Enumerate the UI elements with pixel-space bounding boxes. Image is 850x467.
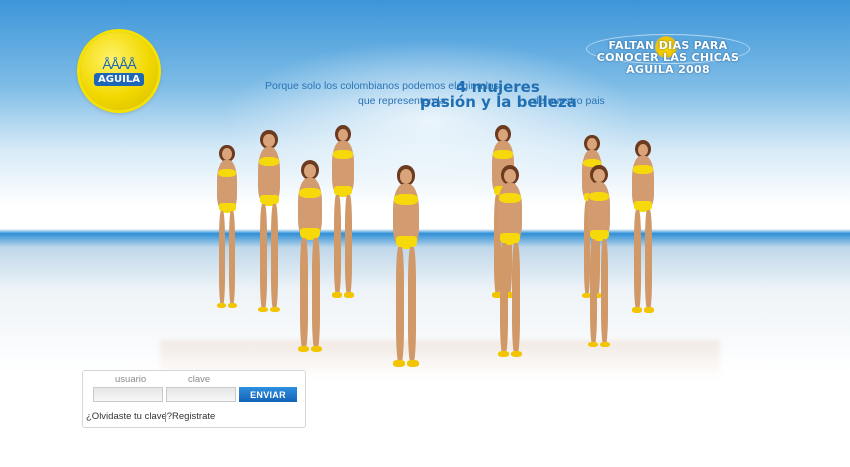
forgot-password-link[interactable]: ¿Olvidaste tu clave?	[86, 411, 172, 422]
model-figure	[580, 165, 618, 355]
logo-label: AGUILA	[94, 72, 144, 86]
model-figure	[210, 145, 244, 315]
username-label: usuario	[115, 374, 147, 385]
link-divider	[165, 412, 166, 422]
tagline-headline-2: pasión y la belleza	[420, 93, 577, 111]
model-figure	[250, 130, 288, 320]
model-figure	[385, 165, 427, 375]
register-link[interactable]: Registrate	[172, 411, 215, 422]
models-group-photo	[195, 115, 695, 367]
model-figure	[625, 140, 661, 320]
hero-stage: ÅÅÅÅ AGUILA FALTAN DIAS PARA CONOCER LAS…	[0, 0, 850, 467]
logo-figures-icon: ÅÅÅÅ	[102, 55, 136, 72]
login-form: usuario clave ENVIAR ¿Olvidaste tu clave…	[82, 370, 306, 428]
password-label: clave	[188, 374, 211, 385]
password-input[interactable]	[166, 387, 236, 402]
model-figure	[490, 165, 530, 365]
countdown-banner: FALTAN DIAS PARA CONOCER LAS CHICAS AGUI…	[588, 40, 748, 76]
username-input[interactable]	[93, 387, 163, 402]
submit-button[interactable]: ENVIAR	[239, 387, 297, 402]
model-figure	[325, 125, 361, 305]
countdown-line-3: AGUILA 2008	[626, 63, 710, 76]
model-figure	[290, 160, 330, 360]
aguila-logo[interactable]: ÅÅÅÅ AGUILA	[80, 32, 158, 110]
